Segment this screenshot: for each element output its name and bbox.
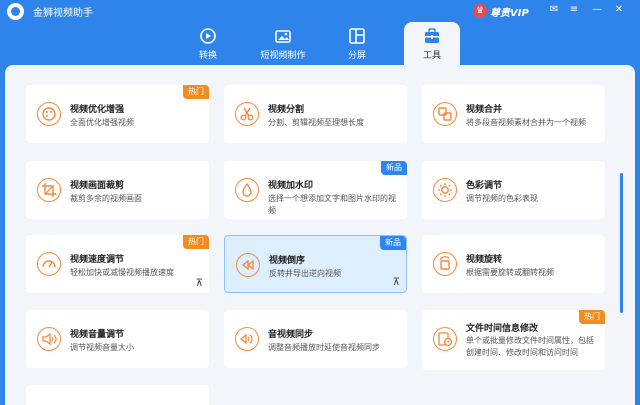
- drop-icon: [235, 178, 259, 202]
- minimize-button[interactable]: —: [590, 3, 604, 17]
- card-desc: 裁剪多余的视频画面: [70, 194, 142, 203]
- tool-card-av-sync[interactable]: 音视频同步 调整音频播放时延使音视频同步: [224, 310, 407, 368]
- tool-card-video-merge[interactable]: 视频合并 将多段音视频素材合并为一个视频: [422, 85, 605, 143]
- card-desc: 单个或批量修改文件时间属性，包括创建时间、修改时间和访问时间: [466, 336, 594, 357]
- new-badge: 新品: [380, 236, 406, 250]
- split-screen-icon: [349, 28, 365, 44]
- vip-button[interactable]: ♛ 尊贵VIP: [473, 3, 529, 19]
- tab-label: 转换: [198, 51, 217, 61]
- hot-badge: 热门: [183, 235, 209, 249]
- card-title: 视频音量调节: [70, 330, 125, 340]
- tab-split-screen[interactable]: 分屏: [327, 22, 387, 65]
- tool-card-video-enhance[interactable]: 视频优化增强 全面优化增强视频 热门: [26, 85, 209, 143]
- new-badge: 新品: [381, 161, 407, 175]
- pin-to-top-icon[interactable]: ⊼: [196, 278, 203, 289]
- hot-badge: 热门: [183, 85, 209, 99]
- vip-label: 尊贵VIP: [490, 7, 529, 19]
- tool-card-video-volume[interactable]: 视频音量调节 调节视频音量大小: [26, 310, 209, 368]
- title-bar: 金狮视频助手 ♛ 尊贵VIP ✉ ≡ — ✕: [0, 0, 640, 22]
- message-icon[interactable]: ✉: [547, 3, 561, 17]
- tools-panel: 视频优化增强 全面优化增强视频 热门 视频分割 分割、剪辑视频至理想长度 视频合…: [5, 65, 635, 405]
- pin-to-top-icon[interactable]: ⊼: [393, 277, 400, 288]
- rotate-icon: [433, 252, 457, 276]
- scissors-icon: [235, 102, 259, 126]
- convert-icon: [200, 28, 216, 44]
- rewind-icon: [236, 253, 260, 277]
- crown-icon: ♛: [473, 4, 487, 18]
- tab-label: 分屏: [347, 51, 366, 61]
- tool-card-video-watermark[interactable]: 视频加水印 选择一个想添加文字和图片水印的视频 新品: [224, 161, 407, 219]
- vertical-scrollbar[interactable]: [620, 173, 623, 313]
- card-desc: 调节视频的色彩表现: [466, 194, 538, 203]
- card-title: 文件时间信息修改: [466, 324, 539, 334]
- card-title: 视频旋转: [466, 255, 503, 265]
- speedometer-icon: [37, 252, 61, 276]
- card-title: 视频合并: [466, 105, 503, 115]
- tool-card-video-crop[interactable]: 视频画面裁剪 裁剪多余的视频画面: [26, 161, 209, 219]
- palette-icon: [37, 102, 61, 126]
- hot-badge: 热门: [579, 310, 605, 324]
- menu-icon[interactable]: ≡: [567, 3, 581, 17]
- card-title: 视频分割: [268, 105, 305, 115]
- tool-card-video-split[interactable]: 视频分割 分割、剪辑视频至理想长度: [224, 85, 407, 143]
- card-desc: 反转并导出逆向视频: [269, 269, 341, 278]
- clock-file-icon: [433, 327, 457, 351]
- tab-short-video[interactable]: 短视频制作: [253, 22, 313, 65]
- tool-card-video-rotate[interactable]: 视频旋转 根据需要旋转或翻转视频: [422, 235, 605, 293]
- short-video-icon: [275, 30, 291, 43]
- tool-card-file-time[interactable]: 文件时间信息修改 单个或批量修改文件时间属性，包括创建时间、修改时间和访问时间 …: [422, 310, 605, 370]
- app-title: 金狮视频助手: [33, 8, 93, 19]
- card-title: 视频优化增强: [70, 105, 125, 115]
- crop-icon: [37, 178, 61, 202]
- card-desc: 将多段音视频素材合并为一个视频: [466, 118, 586, 127]
- brightness-icon: [433, 178, 457, 202]
- card-title: 色彩调节: [466, 181, 503, 191]
- tool-card-video-speed[interactable]: 视频速度调节 轻松加快或减慢视频播放速度 热门 ⊼: [26, 235, 209, 293]
- tab-label: 工具: [422, 51, 441, 61]
- card-desc: 根据需要旋转或翻转视频: [466, 268, 554, 277]
- tab-tools[interactable]: 工具: [404, 22, 460, 65]
- tab-convert[interactable]: 转换: [178, 22, 238, 65]
- main-tabs: 转换 短视频制作 分屏 工具: [0, 22, 640, 65]
- volume-icon: [37, 327, 61, 351]
- card-desc: 调节视频音量大小: [70, 343, 134, 352]
- card-desc: 调整音频播放时延使音视频同步: [268, 343, 380, 352]
- tab-label: 短视频制作: [260, 51, 306, 61]
- tool-card-color-adjust[interactable]: 色彩调节 调节视频的色彩表现: [422, 161, 605, 219]
- sync-icon: [235, 327, 259, 351]
- merge-icon: [433, 102, 457, 126]
- card-title: 音视频同步: [268, 330, 314, 340]
- app-logo-icon: [7, 3, 24, 20]
- tool-card-partial[interactable]: [26, 385, 209, 405]
- card-desc: 选择一个想添加文字和图片水印的视频: [268, 194, 396, 215]
- close-button[interactable]: ✕: [612, 3, 626, 17]
- card-desc: 轻松加快或减慢视频播放速度: [70, 268, 174, 277]
- card-title: 视频加水印: [268, 181, 314, 191]
- card-desc: 分割、剪辑视频至理想长度: [268, 118, 364, 127]
- tool-card-video-reverse[interactable]: 视频倒序 反转并导出逆向视频 新品 ⊼: [224, 235, 407, 293]
- card-title: 视频画面裁剪: [70, 181, 125, 191]
- card-desc: 全面优化增强视频: [70, 118, 134, 127]
- toolbox-icon: [425, 28, 439, 43]
- card-title: 视频速度调节: [70, 255, 125, 265]
- card-title: 视频倒序: [269, 256, 306, 266]
